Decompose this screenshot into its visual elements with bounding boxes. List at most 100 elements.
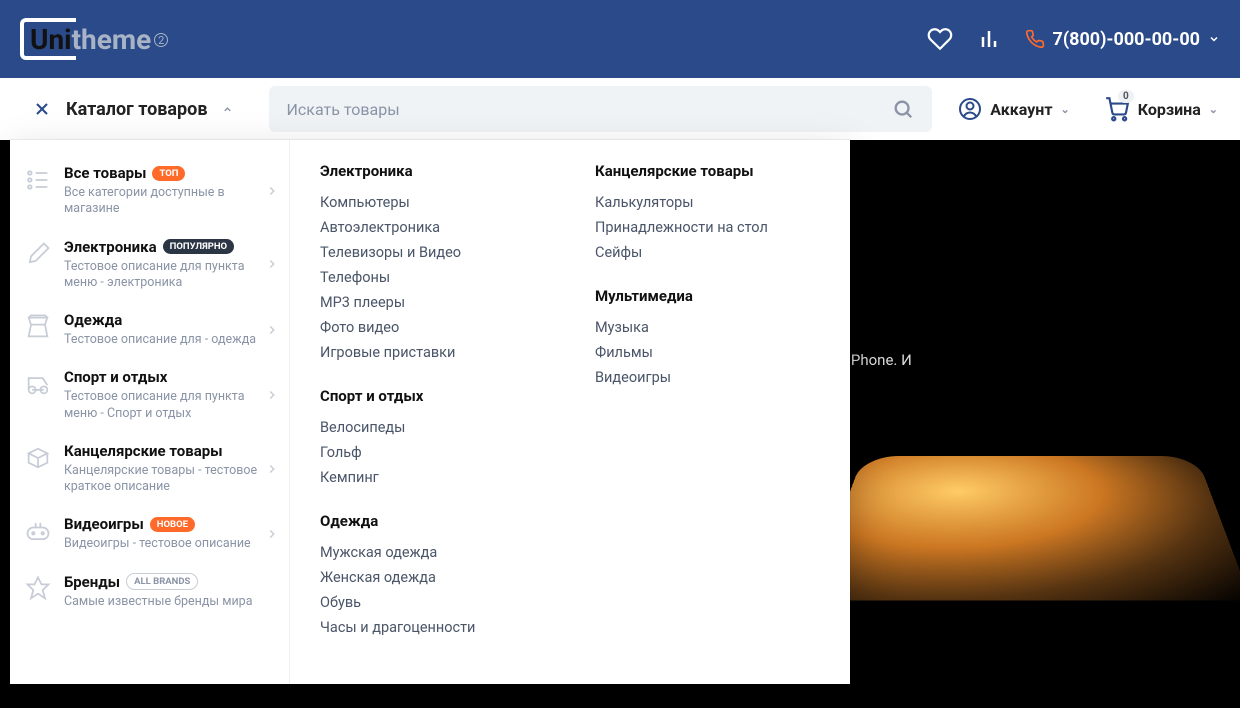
category-icon: [24, 166, 52, 194]
mega-link[interactable]: Фото видео: [320, 315, 545, 340]
sidebar-item-desc: Видеоигры - тестовое описание: [64, 536, 275, 552]
mega-link[interactable]: Фильмы: [595, 340, 820, 365]
mega-link[interactable]: Часы и драгоценности: [320, 615, 545, 640]
sidebar-item-title: Все товарыТОП: [64, 164, 275, 182]
mega-group-title: Мультимедиа: [595, 287, 820, 305]
mega-group: Канцелярские товары КалькуляторыПринадлеж…: [595, 162, 820, 265]
cart-button[interactable]: 0 Корзина ⌄: [1096, 96, 1226, 122]
chevron-right-icon: [265, 527, 279, 541]
account-button[interactable]: Аккаунт ⌄: [950, 97, 1077, 121]
catalog-label: Каталог товаров: [66, 99, 208, 120]
mega-panel: ЭлектроникаКомпьютерыАвтоэлектроникаТеле…: [290, 140, 850, 684]
mega-link[interactable]: Музыка: [595, 315, 820, 340]
mega-link[interactable]: Сейфы: [595, 240, 820, 265]
mega-group: Одежда Мужская одеждаЖенская одеждаОбувьЧ…: [320, 512, 545, 640]
catalog-toggle[interactable]: Каталог товаров: [14, 86, 251, 132]
sidebar-item-6[interactable]: БрендыALL BRANDS Самые известные бренды м…: [10, 563, 289, 620]
category-icon: [24, 370, 52, 398]
mega-sidebar: Все товарыТОП Все категории доступные в м…: [10, 140, 290, 684]
mega-column: ЭлектроникаКомпьютерыАвтоэлектроникаТеле…: [320, 162, 545, 662]
phone-button[interactable]: 7(800)-000-00-00: [1025, 29, 1221, 50]
mega-link[interactable]: Кемпинг: [320, 465, 545, 490]
cart-count-badge: 0: [1118, 90, 1134, 103]
sidebar-item-4[interactable]: Канцелярские товары Канцелярские товары -…: [10, 432, 289, 506]
mega-column: Канцелярские товары КалькуляторыПринадлеж…: [595, 162, 820, 662]
chevron-down-icon: [1208, 33, 1220, 45]
search-input[interactable]: [287, 100, 893, 119]
sidebar-item-0[interactable]: Все товарыТОП Все категории доступные в м…: [10, 154, 289, 228]
chevron-right-icon: [265, 184, 279, 198]
sidebar-item-1[interactable]: ЭлектроникаПОПУЛЯРНО Тестовое описание дл…: [10, 228, 289, 302]
chevron-down-icon: ⌄: [1209, 103, 1218, 116]
mega-link[interactable]: Компьютеры: [320, 190, 545, 215]
sidebar-item-5[interactable]: ВидеоигрыНОВОЕ Видеоигры - тестовое описа…: [10, 505, 289, 562]
sidebar-item-title: БрендыALL BRANDS: [64, 573, 275, 591]
logo-superscript: 2: [154, 33, 168, 47]
chevron-right-icon: [265, 388, 279, 402]
mega-link[interactable]: Телефоны: [320, 265, 545, 290]
search-icon[interactable]: [892, 98, 914, 120]
sidebar-item-title: Спорт и отдых: [64, 368, 275, 386]
logo[interactable]: Unitheme 2: [20, 18, 168, 60]
close-icon: [32, 99, 52, 119]
mega-link[interactable]: Калькуляторы: [595, 190, 820, 215]
sidebar-item-desc: Канцелярские товары - тестовое краткое о…: [64, 463, 275, 496]
top-header: Unitheme 2 7(800)-000-00-00: [0, 0, 1240, 78]
category-icon: [24, 313, 52, 341]
sidebar-item-desc: Тестовое описание для пункта меню - элек…: [64, 259, 275, 292]
mega-link[interactable]: Видеоигры: [595, 365, 820, 390]
badge: ТОП: [152, 166, 185, 181]
mega-group: Мультимедиа МузыкаФильмыВидеоигры: [595, 287, 820, 390]
mega-group: ЭлектроникаКомпьютерыАвтоэлектроникаТеле…: [320, 162, 545, 365]
hero-product-image: [809, 456, 1240, 600]
mega-link[interactable]: Обувь: [320, 590, 545, 615]
chevron-right-icon: [265, 323, 279, 337]
sidebar-item-title: ЭлектроникаПОПУЛЯРНО: [64, 238, 275, 256]
sidebar-item-desc: Все категории доступные в магазине: [64, 185, 275, 218]
account-label: Аккаунт: [990, 100, 1052, 119]
mega-group-title: Спорт и отдых: [320, 387, 545, 405]
mega-group-title: Канцелярские товары: [595, 162, 820, 180]
sidebar-item-desc: Тестовое описание для - одежда: [64, 332, 275, 348]
category-icon: [24, 517, 52, 545]
mega-link[interactable]: Гольф: [320, 440, 545, 465]
badge: НОВОЕ: [150, 517, 195, 532]
sidebar-item-title: Одежда: [64, 311, 275, 329]
topbar-right: 7(800)-000-00-00: [927, 26, 1221, 52]
compare-icon[interactable]: [977, 27, 1001, 51]
mega-link[interactable]: Принадлежности на стол: [595, 215, 820, 240]
mega-link[interactable]: Телевизоры и Видео: [320, 240, 545, 265]
mega-menu: Все товарыТОП Все категории доступные в м…: [10, 140, 850, 684]
sidebar-item-desc: Самые известные бренды мира: [64, 594, 275, 610]
category-icon: [24, 575, 52, 603]
mega-group: Спорт и отдых ВелосипедыГольфКемпинг: [320, 387, 545, 490]
chevron-right-icon: [265, 257, 279, 271]
badge: ПОПУЛЯРНО: [163, 239, 234, 254]
chevron-right-icon: [265, 462, 279, 476]
user-icon: [958, 97, 982, 121]
sidebar-item-desc: Тестовое описание для пункта меню - Спор…: [64, 389, 275, 422]
mega-group-title: Одежда: [320, 512, 545, 530]
logo-text: Unitheme: [30, 23, 151, 56]
category-icon: [24, 444, 52, 472]
badge: ALL BRANDS: [126, 573, 198, 590]
sidebar-item-title: ВидеоигрыНОВОЕ: [64, 515, 275, 533]
mega-link[interactable]: Мужская одежда: [320, 540, 545, 565]
wishlist-icon[interactable]: [927, 26, 953, 52]
mega-link[interactable]: Игровые приставки: [320, 340, 545, 365]
search-box: [269, 86, 933, 132]
mega-group-title: Электроника: [320, 162, 545, 180]
sidebar-item-3[interactable]: Спорт и отдых Тестовое описание для пункт…: [10, 358, 289, 432]
mega-link[interactable]: MP3 плееры: [320, 290, 545, 315]
nav-bar: Каталог товаров Аккаунт ⌄ 0 Корзина ⌄: [0, 78, 1240, 140]
phone-number: 7(800)-000-00-00: [1053, 29, 1201, 50]
mega-link[interactable]: Женская одежда: [320, 565, 545, 590]
sidebar-item-2[interactable]: Одежда Тестовое описание для - одежда: [10, 301, 289, 358]
sidebar-item-title: Канцелярские товары: [64, 442, 275, 460]
chevron-down-icon: ⌄: [1061, 103, 1070, 116]
mega-link[interactable]: Автоэлектроника: [320, 215, 545, 240]
mega-link[interactable]: Велосипеды: [320, 415, 545, 440]
cart-label: Корзина: [1138, 100, 1201, 119]
category-icon: [24, 240, 52, 268]
chevron-up-icon: [222, 104, 233, 115]
